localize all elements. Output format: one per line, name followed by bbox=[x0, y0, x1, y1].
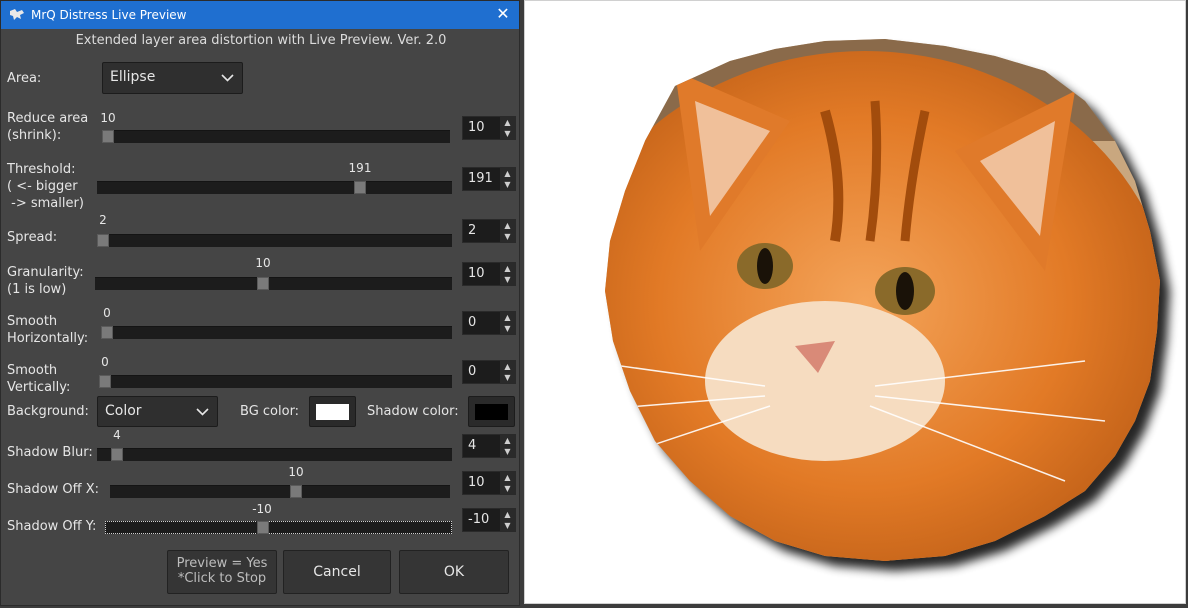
shadow-blur-label: Shadow Blur: bbox=[7, 445, 93, 460]
slider-handle[interactable] bbox=[290, 485, 302, 498]
granularity-spinbox[interactable]: 10 ▲ ▼ bbox=[462, 262, 516, 286]
granularity-label: Granularity: (1 is low) bbox=[7, 265, 84, 297]
reduce-label: Reduce area (shrink): bbox=[7, 111, 89, 143]
preview-toggle-button[interactable]: Preview = Yes *Click to Stop bbox=[167, 550, 277, 594]
spread-slider[interactable] bbox=[97, 234, 452, 247]
decrement-icon[interactable]: ▼ bbox=[500, 520, 515, 531]
preview-line1: Preview = Yes bbox=[176, 556, 268, 571]
reduce-spin-value: 10 bbox=[468, 120, 485, 135]
shadow-blur-spin-value: 4 bbox=[468, 438, 477, 453]
smooth-v-label: Smooth Vertically: bbox=[7, 363, 71, 395]
increment-icon[interactable]: ▲ bbox=[500, 117, 515, 128]
smooth-v-spinbox[interactable]: 0 ▲ ▼ bbox=[462, 360, 516, 384]
close-icon[interactable]: ✕ bbox=[493, 4, 513, 24]
area-value: Ellipse bbox=[110, 69, 156, 85]
granularity-spin-value: 10 bbox=[468, 266, 485, 281]
area-label: Area: bbox=[7, 71, 42, 86]
increment-icon[interactable]: ▲ bbox=[500, 220, 515, 231]
decrement-icon[interactable]: ▼ bbox=[500, 483, 515, 494]
slider-handle[interactable] bbox=[101, 326, 113, 339]
increment-icon[interactable]: ▲ bbox=[500, 509, 515, 520]
shadow-color-button[interactable] bbox=[468, 396, 515, 427]
reduce-value: 10 bbox=[100, 111, 116, 125]
spread-spin-value: 2 bbox=[468, 223, 477, 238]
smooth-v-value: 0 bbox=[101, 355, 109, 369]
shadow-blur-spinbox[interactable]: 4 ▲ ▼ bbox=[462, 434, 516, 458]
shadow-blur-value: 4 bbox=[113, 428, 121, 442]
plugin-dialog: MrQ Distress Live Preview ✕ Extended lay… bbox=[0, 0, 520, 606]
shadow-x-slider[interactable] bbox=[110, 485, 450, 498]
shadow-y-spin-value: -10 bbox=[468, 512, 490, 527]
shadow-color-label: Shadow color: bbox=[367, 404, 459, 419]
dialog-subtitle: Extended layer area distortion with Live… bbox=[75, 33, 447, 48]
granularity-value: 10 bbox=[255, 256, 271, 270]
shadow-x-value: 10 bbox=[288, 465, 304, 479]
slider-handle[interactable] bbox=[257, 521, 269, 534]
shadow-blur-slider[interactable] bbox=[97, 448, 452, 461]
increment-icon[interactable]: ▲ bbox=[500, 263, 515, 274]
shadow-x-spinbox[interactable]: 10 ▲ ▼ bbox=[462, 471, 516, 495]
cat-preview-image bbox=[605, 39, 1170, 571]
area-dropdown[interactable]: Ellipse bbox=[102, 62, 243, 94]
slider-handle[interactable] bbox=[102, 130, 114, 143]
threshold-slider[interactable] bbox=[97, 181, 452, 194]
background-dropdown[interactable]: Color bbox=[97, 396, 218, 427]
increment-icon[interactable]: ▲ bbox=[500, 168, 515, 179]
bg-color-label: BG color: bbox=[240, 404, 300, 419]
decrement-icon[interactable]: ▼ bbox=[500, 372, 515, 383]
bg-color-swatch bbox=[316, 404, 349, 420]
slider-handle[interactable] bbox=[257, 277, 269, 290]
shadow-y-value: -10 bbox=[252, 502, 272, 516]
shadow-x-label: Shadow Off X: bbox=[7, 482, 100, 497]
smooth-h-slider[interactable] bbox=[101, 326, 452, 339]
bg-color-button[interactable] bbox=[309, 396, 356, 427]
spread-value: 2 bbox=[99, 213, 107, 227]
spread-label: Spread: bbox=[7, 230, 58, 245]
decrement-icon[interactable]: ▼ bbox=[500, 231, 515, 242]
cancel-button[interactable]: Cancel bbox=[283, 550, 391, 594]
preview-line2: *Click to Stop bbox=[177, 571, 267, 586]
increment-icon[interactable]: ▲ bbox=[500, 312, 515, 323]
decrement-icon[interactable]: ▼ bbox=[500, 128, 515, 139]
smooth-h-value: 0 bbox=[103, 306, 111, 320]
shadow-y-label: Shadow Off Y: bbox=[7, 519, 97, 534]
shadow-x-spin-value: 10 bbox=[468, 475, 485, 490]
ok-button[interactable]: OK bbox=[399, 550, 509, 594]
decrement-icon[interactable]: ▼ bbox=[500, 323, 515, 334]
chevron-down-icon bbox=[196, 408, 209, 416]
title-bar[interactable]: MrQ Distress Live Preview ✕ bbox=[1, 1, 519, 29]
spread-spinbox[interactable]: 2 ▲ ▼ bbox=[462, 219, 516, 243]
decrement-icon[interactable]: ▼ bbox=[500, 446, 515, 457]
increment-icon[interactable]: ▲ bbox=[500, 435, 515, 446]
smooth-h-spin-value: 0 bbox=[468, 315, 477, 330]
gimp-icon bbox=[10, 9, 24, 20]
slider-handle[interactable] bbox=[99, 375, 111, 388]
slider-handle[interactable] bbox=[354, 181, 366, 194]
shadow-y-spinbox[interactable]: -10 ▲ ▼ bbox=[462, 508, 516, 532]
granularity-slider[interactable] bbox=[95, 277, 452, 290]
image-canvas[interactable] bbox=[524, 0, 1186, 604]
slider-handle[interactable] bbox=[97, 234, 109, 247]
increment-icon[interactable]: ▲ bbox=[500, 472, 515, 483]
threshold-value: 191 bbox=[348, 161, 372, 175]
smooth-h-spinbox[interactable]: 0 ▲ ▼ bbox=[462, 311, 516, 335]
reduce-spinbox[interactable]: 10 ▲ ▼ bbox=[462, 116, 516, 140]
background-value: Color bbox=[105, 403, 142, 419]
threshold-label: Threshold: ( <- bigger -> smaller) bbox=[7, 162, 84, 211]
increment-icon[interactable]: ▲ bbox=[500, 361, 515, 372]
decrement-icon[interactable]: ▼ bbox=[500, 179, 515, 190]
reduce-slider[interactable] bbox=[102, 130, 450, 143]
background-label: Background: bbox=[7, 404, 89, 419]
decrement-icon[interactable]: ▼ bbox=[500, 274, 515, 285]
threshold-spin-value: 191 bbox=[468, 171, 493, 186]
shadow-color-swatch bbox=[475, 404, 508, 420]
threshold-spinbox[interactable]: 191 ▲ ▼ bbox=[462, 167, 516, 191]
shadow-y-slider[interactable] bbox=[105, 521, 452, 534]
window-title: MrQ Distress Live Preview bbox=[31, 8, 187, 22]
smooth-h-label: Smooth Horizontally: bbox=[7, 314, 89, 346]
slider-handle[interactable] bbox=[111, 448, 123, 461]
smooth-v-spin-value: 0 bbox=[468, 364, 477, 379]
chevron-down-icon bbox=[221, 74, 234, 82]
smooth-v-slider[interactable] bbox=[99, 375, 452, 388]
